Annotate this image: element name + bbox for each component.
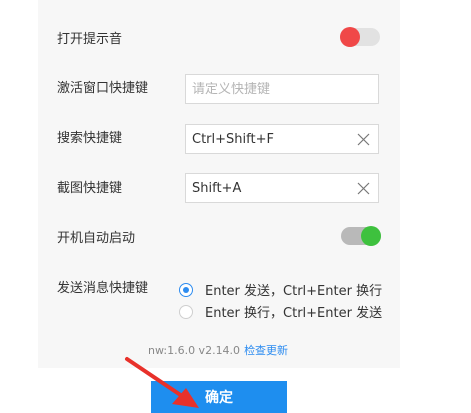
search-shortcut-field[interactable]: Ctrl+Shift+F: [185, 124, 379, 154]
sound-toggle[interactable]: [340, 27, 380, 47]
screenshot-shortcut-label: 截图快捷键: [57, 181, 123, 196]
activate-shortcut-field[interactable]: [185, 74, 379, 104]
activate-shortcut-label: 激活窗口快捷键: [57, 81, 149, 96]
close-icon[interactable]: [357, 182, 370, 195]
autostart-toggle[interactable]: [341, 226, 381, 246]
send-option-label: Enter 发送，Ctrl+Enter 换行: [205, 284, 383, 299]
toggle-knob: [340, 27, 360, 47]
toggle-knob: [361, 226, 381, 246]
close-icon[interactable]: [357, 133, 370, 146]
search-shortcut-label: 搜索快捷键: [57, 131, 123, 146]
radio-checked[interactable]: [179, 282, 193, 297]
version-info: nw:1.6.0 v2.14.0 检查更新: [148, 342, 288, 358]
radio-unchecked[interactable]: [179, 304, 193, 319]
activate-shortcut-input[interactable]: [192, 81, 372, 97]
send-option-ctrl-enter[interactable]: Enter 换行，Ctrl+Enter 发送: [179, 302, 382, 321]
screenshot-shortcut-field[interactable]: Shift+A: [185, 173, 379, 203]
sound-label: 打开提示音: [57, 32, 123, 47]
screenshot-shortcut-value: Shift+A: [192, 180, 242, 196]
send-option-enter[interactable]: Enter 发送，Ctrl+Enter 换行: [179, 280, 382, 299]
autostart-label: 开机自动启动: [57, 231, 136, 246]
send-shortcut-label: 发送消息快捷键: [57, 281, 149, 296]
settings-window: 打开提示音 激活窗口快捷键 搜索快捷键 Ctrl+Shift+F 截图快捷键 S…: [0, 0, 471, 413]
confirm-button[interactable]: 确定: [151, 381, 287, 413]
version-text: nw:1.6.0 v2.14.0: [148, 344, 241, 357]
send-option-label: Enter 换行，Ctrl+Enter 发送: [205, 306, 383, 321]
check-update-link[interactable]: 检查更新: [244, 344, 288, 357]
search-shortcut-value: Ctrl+Shift+F: [192, 131, 274, 147]
